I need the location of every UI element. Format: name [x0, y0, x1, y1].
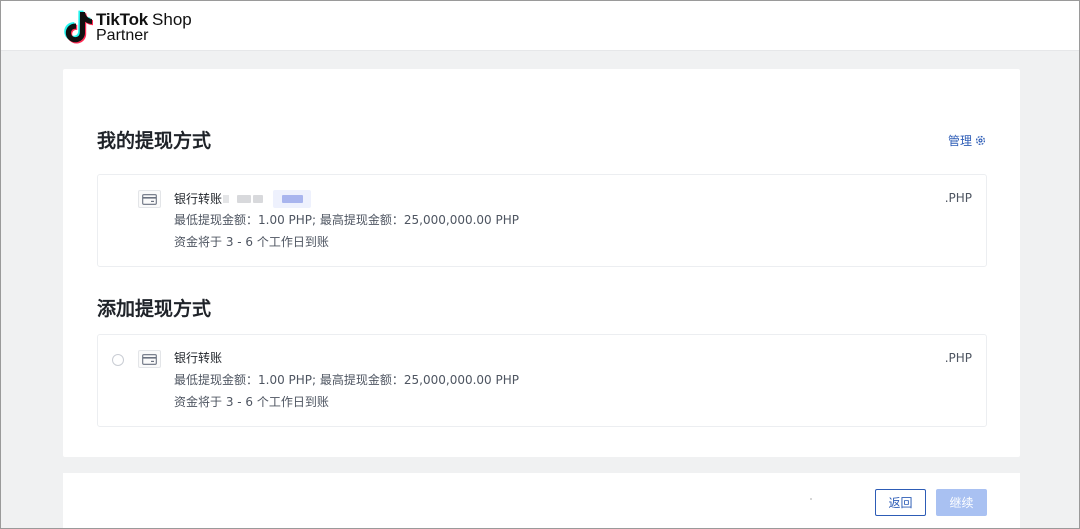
- masked-account-block: [237, 195, 252, 203]
- saved-method-currency: .PHP: [944, 191, 972, 205]
- add-method-eta: 资金将于 3 - 6 个工作日到账: [174, 395, 329, 409]
- action-footer: 返回 继续: [63, 473, 1020, 528]
- bank-transfer-radio[interactable]: [112, 354, 124, 366]
- masked-account-tag: [273, 190, 312, 208]
- continue-button[interactable]: 继续: [936, 489, 987, 516]
- back-button[interactable]: 返回: [875, 489, 926, 516]
- saved-method-name: 银行转账: [174, 191, 223, 206]
- add-method-limits: 最低提现金额：1.00 PHP; 最高提现金额：25,000,000.00 PH…: [174, 373, 519, 387]
- gear-icon: [975, 135, 986, 146]
- bank-card-icon: [138, 190, 161, 208]
- masked-account-char: [223, 195, 230, 203]
- masked-account-block: [253, 195, 264, 203]
- bank-card-icon: [138, 350, 161, 368]
- add-method-name: 银行转账: [174, 351, 223, 365]
- add-bank-transfer-option[interactable]: 银行转账 最低提现金额：1.00 PHP; 最高提现金额：25,000,000.…: [97, 334, 987, 427]
- my-methods-title: 我的提现方式: [97, 130, 212, 152]
- logo-product: Shop: [152, 10, 192, 29]
- manage-label: 管理: [947, 134, 972, 148]
- saved-method-name-row: 银行转账: [174, 190, 312, 208]
- saved-method-eta: 资金将于 3 - 6 个工作日到账: [174, 235, 329, 249]
- add-method-currency: .PHP: [944, 351, 972, 365]
- manage-link[interactable]: 管理: [948, 132, 986, 149]
- add-method-title: 添加提现方式: [97, 298, 212, 320]
- withdrawal-methods-card: 我的提现方式 管理 银行转账 最低提现金额：1.00 PHP; 最高提现金额：2…: [63, 69, 1020, 457]
- tiktok-shop-partner-logo[interactable]: TikTok Shop Partner: [63, 9, 203, 45]
- logo-subtitle: Partner: [96, 27, 149, 44]
- tiktok-note-icon: [64, 10, 93, 44]
- saved-method-limits: 最低提现金额：1.00 PHP; 最高提现金额：25,000,000.00 PH…: [174, 213, 519, 227]
- footer-speck: [810, 498, 812, 500]
- top-header: TikTok Shop Partner: [1, 1, 1079, 51]
- saved-bank-transfer-option[interactable]: 银行转账 最低提现金额：1.00 PHP; 最高提现金额：25,000,000.…: [97, 174, 987, 267]
- app-window: TikTok Shop Partner 我的提现方式 管理 银行转账 最低提现金…: [0, 0, 1080, 529]
